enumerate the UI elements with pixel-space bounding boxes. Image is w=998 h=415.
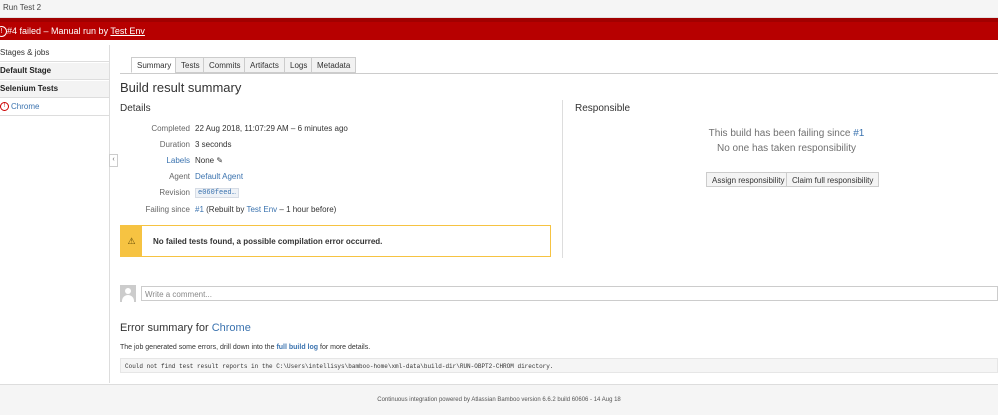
comment-input[interactable]: Write a comment... [141,286,998,301]
error-summary-text: The job generated some errors, drill dow… [120,344,370,351]
page-title: Build result summary [120,80,242,95]
details-heading: Details [120,103,151,114]
error-text-after: for more details. [320,344,371,351]
failed-icon: ! [0,102,9,112]
sidebar-item-label: Chrome [11,102,40,111]
avatar [120,285,136,302]
responsible-heading: Responsible [575,103,631,114]
avatar-body [122,295,134,302]
duration-label: Duration [159,140,190,149]
claim-responsibility-button[interactable]: Claim full responsibility [786,172,880,187]
no-responsibility-text: No one has taken responsibility [717,143,856,154]
failed-icon: ! [0,26,7,37]
failing-rebuilt-text: (Rebuilt by [206,205,245,214]
warning-icon: ⚠ [121,226,142,256]
tab-commits[interactable]: Commits [203,57,247,73]
failing-when-text: – 1 hour before) [279,205,337,214]
sidebar-item-default-stage: Default Stage [0,63,109,80]
labels-text: None [195,156,215,165]
error-summary-heading: Error summary for Chrome [120,322,251,334]
duration-value: 3 seconds [195,140,232,149]
agent-link[interactable]: Default Agent [195,172,243,181]
failing-build-link[interactable]: #1 [195,205,204,214]
pencil-icon[interactable]: ✎ [216,156,223,165]
labels-value: None ✎ [195,156,223,165]
footer: Continuous integration powered by Atlass… [0,384,998,415]
sidebar-header: Stages & jobs [0,45,109,62]
failing-since-value: #1 (Rebuilt by Test Env – 1 hour before) [195,205,336,214]
sidebar-collapse-toggle[interactable]: ‹ [109,154,118,167]
responsible-failing-text: This build has been failing since [708,128,851,139]
full-build-log-link[interactable]: full build log [276,344,318,351]
warning-text: No failed tests found, a possible compil… [153,237,383,246]
window-title: Run Test 2 [3,3,42,12]
build-status-banner: ! #4 failed – Manual run by Test Env [0,18,998,40]
error-log-line: Could not find test result reports in th… [120,358,998,373]
tab-divider [120,73,998,74]
warning-message: ⚠ No failed tests found, a possible comp… [120,225,551,257]
assign-responsibility-button[interactable]: Assign responsibility [706,172,791,187]
error-summary-prefix: Error summary for [120,322,209,334]
error-summary-job-link[interactable]: Chrome [212,322,251,334]
banner-prefix: #4 failed – Manual run by [7,26,109,36]
sidebar-item-chrome[interactable]: ! Chrome [0,99,109,116]
tab-metadata[interactable]: Metadata [311,57,357,73]
failing-since-label: Failing since [145,205,190,214]
tab-tests[interactable]: Tests [175,57,206,73]
completed-value: 22 Aug 2018, 11:07:29 AM – 6 minutes ago [195,124,348,133]
error-text-before: The job generated some errors, drill dow… [120,344,275,351]
completed-label: Completed [151,124,190,133]
tab-artifacts[interactable]: Artifacts [244,57,285,73]
tab-summary[interactable]: Summary [131,57,178,73]
avatar-head [125,288,131,294]
banner-text: #4 failed – Manual run by Test Env [7,26,145,36]
column-divider [562,100,563,258]
responsible-failing-build-link[interactable]: #1 [853,128,864,139]
sidebar: Stages & jobs Default Stage Selenium Tes… [0,45,110,383]
agent-label: Agent [169,172,190,181]
banner-user-link[interactable]: Test Env [110,26,145,36]
window-titlebar: Run Test 2 [0,0,998,18]
failing-user-link[interactable]: Test Env [246,205,277,214]
failing-since-text: This build has been failing since #1 [575,128,998,139]
revision-value: e060feed… [195,187,239,198]
tab-logs[interactable]: Logs [284,57,314,73]
sidebar-item-selenium-tests: Selenium Tests [0,81,109,98]
labels-label[interactable]: Labels [120,156,190,165]
revision-label: Revision [159,188,190,197]
revision-link[interactable]: e060feed… [195,188,239,198]
